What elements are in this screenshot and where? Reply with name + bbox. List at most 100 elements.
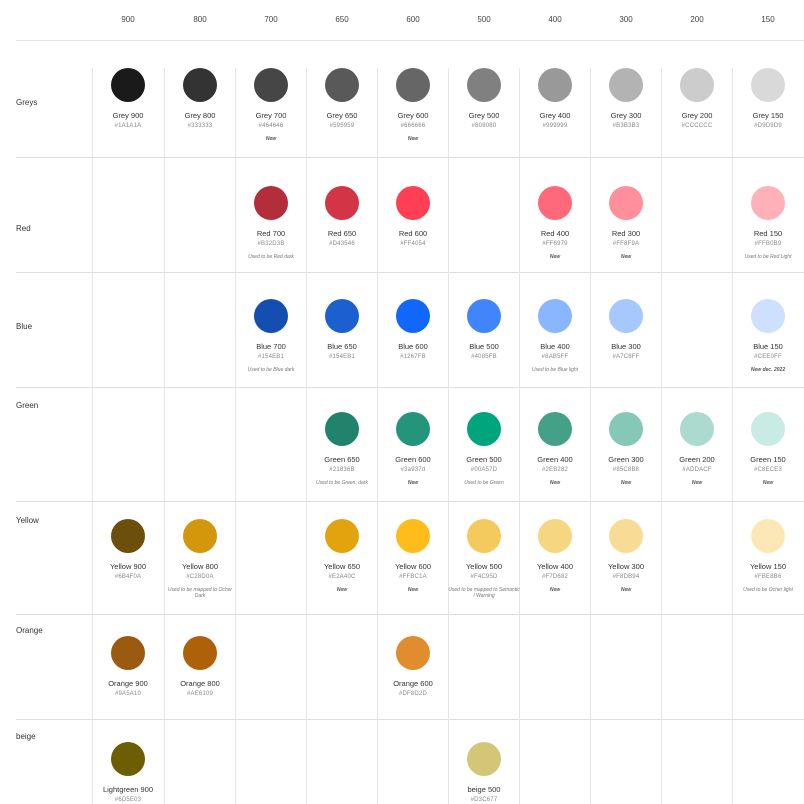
color-swatch-circle[interactable] [609, 299, 643, 333]
color-swatch-circle[interactable] [254, 68, 288, 102]
color-swatch-circle[interactable] [183, 519, 217, 553]
color-swatch-circle[interactable] [325, 412, 359, 446]
row-label: Green [16, 401, 39, 410]
color-swatch-circle[interactable] [680, 68, 714, 102]
swatch-card[interactable]: Green 200 #ADDACF New [661, 412, 733, 486]
swatch-name: Blue 500 [469, 342, 499, 351]
color-swatch-circle[interactable] [325, 299, 359, 333]
column-header-150: 150 [761, 15, 775, 24]
color-swatch-circle[interactable] [751, 412, 785, 446]
swatch-card[interactable]: Blue 150 #CEE0FF New dec. 2022 [732, 299, 804, 373]
color-swatch-circle[interactable] [609, 68, 643, 102]
color-swatch-circle[interactable] [183, 68, 217, 102]
swatch-card[interactable]: Grey 700 #464646 New [235, 68, 307, 142]
swatch-card[interactable]: Green 150 #C8ECE3 New [732, 412, 804, 486]
swatch-card[interactable]: Red 400 #FF6979 New [519, 186, 591, 260]
row-label: Yellow [16, 516, 39, 525]
swatch-card[interactable]: beige 500 #D3C677 [448, 742, 520, 803]
color-swatch-circle[interactable] [467, 519, 501, 553]
swatch-note: Used to be Blue light [531, 367, 579, 373]
swatch-card[interactable]: Yellow 650 #E2A40C New [306, 519, 378, 593]
color-swatch-circle[interactable] [609, 519, 643, 553]
color-swatch-circle[interactable] [396, 519, 430, 553]
swatch-card[interactable]: Grey 200 #CCCCCC [661, 68, 733, 129]
color-swatch-circle[interactable] [396, 412, 430, 446]
swatch-card[interactable]: Grey 600 #666666 New [377, 68, 449, 142]
swatch-card[interactable]: Green 600 #3a937d New [377, 412, 449, 486]
color-swatch-circle[interactable] [467, 68, 501, 102]
swatch-card[interactable]: Yellow 900 #6B4F0A [92, 519, 164, 580]
swatch-card[interactable]: Blue 650 #154EB1 [306, 299, 378, 360]
swatch-card[interactable]: Grey 800 #333333 [164, 68, 236, 129]
color-swatch-circle[interactable] [467, 742, 501, 776]
color-swatch-circle[interactable] [538, 519, 572, 553]
swatch-note: Used to be Red dark [248, 254, 294, 260]
color-swatch-circle[interactable] [751, 68, 785, 102]
column-divider [306, 719, 307, 804]
swatch-card[interactable]: Yellow 800 #C28D0A Used to be mapped to Oc… [164, 519, 236, 599]
swatch-card[interactable]: Yellow 400 #F7D682 New [519, 519, 591, 593]
swatch-card[interactable]: Blue 600 #1267FB [377, 299, 449, 360]
swatch-card[interactable]: Red 700 #B32D3B Used to be Red dark [235, 186, 307, 260]
swatch-card[interactable]: Green 400 #2EB282 New [519, 412, 591, 486]
swatch-card[interactable]: Red 650 #D43546 [306, 186, 378, 247]
swatch-card[interactable]: Lightgreen 900 #6D5E03 [92, 742, 164, 803]
swatch-card[interactable]: Yellow 600 #FFBC1A New [377, 519, 449, 593]
swatch-card[interactable]: Orange 800 #AE6109 [164, 636, 236, 697]
swatch-card[interactable]: Green 500 #00A57D Used to be Green [448, 412, 520, 486]
swatch-note: New dec. 2022 [750, 367, 786, 373]
color-swatch-circle[interactable] [254, 186, 288, 220]
column-divider [235, 719, 236, 804]
swatch-name: beige 500 [467, 785, 501, 794]
swatch-card[interactable]: Yellow 150 #FBE8B6 Used to be Ocher light [732, 519, 804, 593]
swatch-card[interactable]: Yellow 300 #F8DB94 New [590, 519, 662, 593]
swatch-card[interactable]: Green 300 #85C8B8 New [590, 412, 662, 486]
swatch-card[interactable]: Grey 500 #808080 [448, 68, 520, 129]
color-swatch-circle[interactable] [751, 186, 785, 220]
swatch-card[interactable]: Red 600 #FF4054 [377, 186, 449, 247]
swatch-card[interactable]: Grey 400 #999999 [519, 68, 591, 129]
color-swatch-circle[interactable] [538, 186, 572, 220]
color-swatch-circle[interactable] [183, 636, 217, 670]
color-swatch-circle[interactable] [538, 299, 572, 333]
color-swatch-circle[interactable] [396, 68, 430, 102]
color-swatch-circle[interactable] [325, 519, 359, 553]
swatch-card[interactable]: Blue 300 #A7C8FF [590, 299, 662, 360]
color-swatch-circle[interactable] [111, 68, 145, 102]
swatch-card[interactable]: Yellow 500 #F4C95D Used to be mapped to Se… [448, 519, 520, 599]
swatch-card[interactable]: Grey 300 #B3B3B3 [590, 68, 662, 129]
swatch-card[interactable]: Grey 900 #1A1A1A [92, 68, 164, 129]
color-swatch-circle[interactable] [467, 299, 501, 333]
color-swatch-circle[interactable] [396, 186, 430, 220]
swatch-card[interactable]: Grey 650 #595959 [306, 68, 378, 129]
color-swatch-circle[interactable] [325, 186, 359, 220]
color-swatch-circle[interactable] [751, 519, 785, 553]
swatch-card[interactable]: Blue 500 #4085FB [448, 299, 520, 360]
color-swatch-circle[interactable] [254, 299, 288, 333]
column-header-200: 200 [690, 15, 704, 24]
color-swatch-circle[interactable] [467, 412, 501, 446]
swatch-hex: #999999 [542, 123, 568, 129]
color-swatch-circle[interactable] [538, 68, 572, 102]
color-swatch-circle[interactable] [609, 186, 643, 220]
swatch-card[interactable]: Blue 400 #8AB5FF Used to be Blue light [519, 299, 591, 373]
color-swatch-circle[interactable] [538, 412, 572, 446]
color-swatch-circle[interactable] [680, 412, 714, 446]
row-label: beige [16, 732, 36, 741]
swatch-card[interactable]: Orange 600 #DF8D2D [377, 636, 449, 697]
swatch-card[interactable]: Green 650 #21836B Used to be Green: dark [306, 412, 378, 486]
color-swatch-circle[interactable] [111, 636, 145, 670]
color-swatch-circle[interactable] [396, 299, 430, 333]
color-swatch-circle[interactable] [609, 412, 643, 446]
color-swatch-circle[interactable] [751, 299, 785, 333]
color-swatch-circle[interactable] [396, 636, 430, 670]
swatch-note: New [549, 480, 561, 486]
swatch-card[interactable]: Orange 900 #9A5A10 [92, 636, 164, 697]
swatch-card[interactable]: Blue 700 #154EB1 Used to be Blue dark [235, 299, 307, 373]
swatch-card[interactable]: Grey 150 #D9D9D9 [732, 68, 804, 129]
swatch-card[interactable]: Red 300 #FF8F9A New [590, 186, 662, 260]
swatch-card[interactable]: Red 150 #FFB0B9 Used to be Red Light [732, 186, 804, 260]
color-swatch-circle[interactable] [111, 742, 145, 776]
color-swatch-circle[interactable] [325, 68, 359, 102]
color-swatch-circle[interactable] [111, 519, 145, 553]
